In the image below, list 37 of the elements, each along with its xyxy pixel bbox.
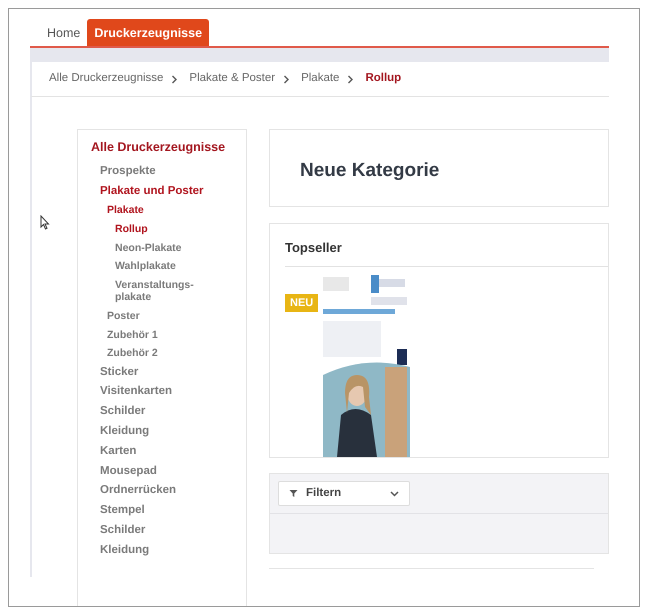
new-badge: NEU bbox=[285, 294, 318, 312]
category-link[interactable]: Kleidung bbox=[91, 422, 246, 442]
category-link[interactable]: Schilder bbox=[91, 521, 246, 541]
category-link[interactable]: Rollup bbox=[91, 220, 221, 239]
category-link[interactable]: Kleidung bbox=[91, 540, 246, 561]
category-link[interactable]: Plakate und Poster bbox=[91, 182, 246, 202]
category-link[interactable]: Zubehör 2 bbox=[91, 344, 246, 363]
category-link[interactable]: Mousepad bbox=[91, 462, 246, 482]
nav-tab[interactable]: Home bbox=[40, 19, 88, 46]
nav-tab[interactable]: Druckerzeugnisse bbox=[87, 19, 210, 46]
chevron-icon bbox=[347, 74, 354, 84]
filter-dropdown[interactable]: Filtern bbox=[278, 481, 410, 506]
breadcrumb-link[interactable]: Plakate bbox=[301, 70, 340, 88]
cursor-icon bbox=[40, 215, 50, 230]
sidebar-title[interactable]: Alle Druckerzeugnisse bbox=[91, 138, 246, 162]
category-link[interactable]: Karten bbox=[91, 442, 246, 462]
category-title: Neue Kategorie bbox=[300, 160, 440, 181]
breadcrumb-link[interactable]: Rollup bbox=[365, 70, 402, 88]
breadcrumb-link[interactable]: Plakate & Poster bbox=[189, 70, 276, 88]
category-link[interactable]: Plakate bbox=[91, 201, 246, 220]
category-link[interactable]: Ordnerrücken bbox=[91, 481, 246, 502]
category-link[interactable]: Zubehör 1 bbox=[91, 326, 246, 344]
filter-icon bbox=[289, 489, 298, 498]
category-link[interactable]: Poster bbox=[91, 306, 246, 326]
category-link[interactable]: Stempel bbox=[91, 501, 246, 522]
section-title: Topseller bbox=[285, 238, 608, 266]
category-link[interactable]: Veranstaltungs-plakate bbox=[91, 276, 221, 307]
category-link[interactable]: Visitenkarten bbox=[91, 382, 246, 402]
breadcrumb-link[interactable]: Alle Druckerzeugnisse bbox=[49, 70, 164, 88]
chevron-icon bbox=[171, 74, 178, 84]
category-link[interactable]: Neon-Plakate bbox=[91, 238, 221, 258]
category-link[interactable]: Wahlplakate bbox=[91, 257, 221, 276]
category-link[interactable]: Schilder bbox=[91, 402, 246, 422]
caret-icon bbox=[390, 490, 399, 496]
chevron-icon bbox=[283, 74, 290, 84]
category-link[interactable]: Sticker bbox=[91, 362, 246, 382]
category-link[interactable]: Prospekte bbox=[91, 162, 246, 182]
